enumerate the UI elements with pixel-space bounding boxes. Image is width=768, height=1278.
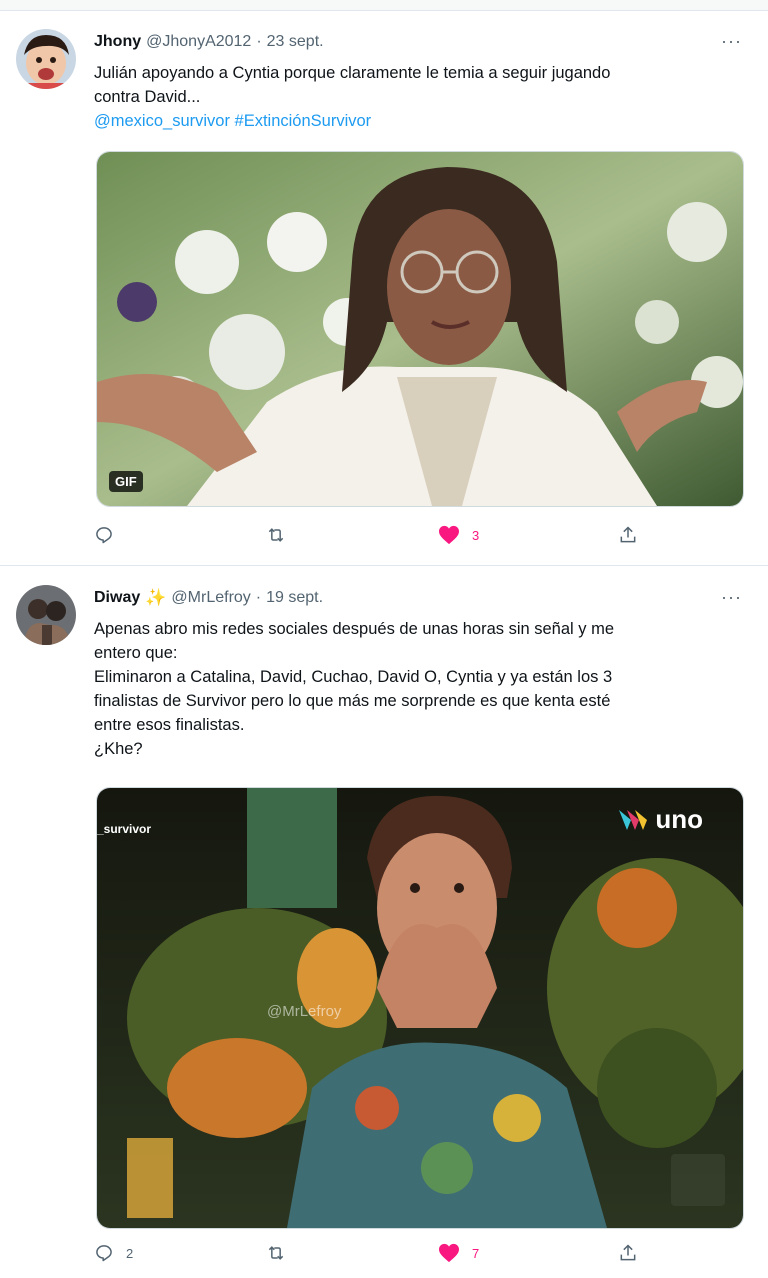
more-options-icon[interactable]: ··· (721, 587, 742, 608)
avatar[interactable] (16, 29, 76, 89)
retweet-button[interactable] (264, 1243, 300, 1263)
tweet-text-line: Apenas abro mis redes sociales después d… (94, 620, 615, 638)
separator-dot: · (256, 33, 262, 50)
tweet-text-line: contra David... (94, 88, 201, 106)
like-button[interactable]: 3 (438, 525, 479, 545)
sparkles-emoji: ✨ (145, 588, 167, 607)
reply-button[interactable] (94, 525, 126, 545)
network-logo: uno (617, 804, 703, 835)
display-name[interactable]: Jhony (94, 33, 141, 51)
tweet-header: Jhony @JhonyA2012 · 23 sept. (94, 31, 324, 53)
tweet-actions: 3 (94, 525, 654, 549)
network-logo-text: uno (655, 804, 703, 834)
separator-dot: · (255, 589, 262, 606)
share-button[interactable] (618, 525, 638, 545)
reply-count: 2 (126, 1245, 134, 1261)
tweet-actions: 2 7 (94, 1243, 654, 1267)
reply-button[interactable]: 2 (94, 1243, 133, 1263)
tweet[interactable]: Diway ✨ @MrLefroy · 19 sept. ··· Apenas … (0, 567, 768, 1278)
tweet-media-video[interactable]: uno _survivor @MrLefroy (96, 787, 744, 1229)
retweet-icon (268, 1246, 284, 1260)
watermark: @MrLefroy (267, 1003, 342, 1020)
like-count: 3 (472, 527, 480, 543)
reply-icon (96, 1245, 112, 1262)
tweet-text-line: entero que: (94, 644, 178, 662)
tweet-text: Apenas abro mis redes sociales después d… (94, 617, 714, 761)
like-count: 7 (472, 1245, 480, 1261)
tweet[interactable]: Jhony @JhonyA2012 · 23 sept. ··· Julián … (0, 11, 768, 566)
retweet-icon (268, 528, 284, 542)
user-handle[interactable]: @JhonyA2012 (146, 33, 251, 51)
share-button[interactable] (618, 1243, 638, 1263)
share-icon (620, 526, 636, 543)
tweet-media-gif[interactable]: GIF (96, 151, 744, 507)
heart-icon (439, 525, 459, 545)
tweet-text-line: Julián apoyando a Cyntia porque claramen… (94, 64, 611, 82)
source-tag: _survivor (97, 822, 152, 836)
gif-badge: GIF (109, 471, 143, 492)
avatar[interactable] (16, 585, 76, 645)
tweet-header: Diway ✨ @MrLefroy · 19 sept. (94, 587, 323, 609)
corner-logo (671, 1154, 725, 1206)
tweet-text-line: Eliminaron a Catalina, David, Cuchao, Da… (94, 668, 613, 686)
video-frame (97, 788, 743, 1228)
tweet-text-line: ¿Khe? (94, 740, 143, 758)
like-button[interactable]: 7 (438, 1243, 479, 1263)
reply-icon (96, 527, 112, 544)
display-name[interactable]: Diway (94, 589, 140, 607)
timeline-top-divider (0, 0, 768, 11)
gif-image (97, 152, 743, 506)
hashtag-links[interactable]: @mexico_survivor #ExtinciónSurvivor (94, 109, 714, 133)
user-handle[interactable]: @MrLefroy (171, 589, 250, 607)
timestamp[interactable]: 19 sept. (266, 589, 323, 607)
heart-icon (439, 1243, 459, 1263)
tweet-text-line: entre esos finalistas. (94, 716, 245, 734)
timestamp[interactable]: 23 sept. (267, 33, 324, 51)
tweet-text-line: finalistas de Survivor pero lo que más m… (94, 692, 611, 710)
share-icon (620, 1244, 636, 1261)
retweet-button[interactable] (264, 525, 300, 545)
network-logo-mark-icon (619, 809, 648, 830)
tweet-text: Julián apoyando a Cyntia porque claramen… (94, 61, 714, 133)
more-options-icon[interactable]: ··· (721, 31, 742, 52)
